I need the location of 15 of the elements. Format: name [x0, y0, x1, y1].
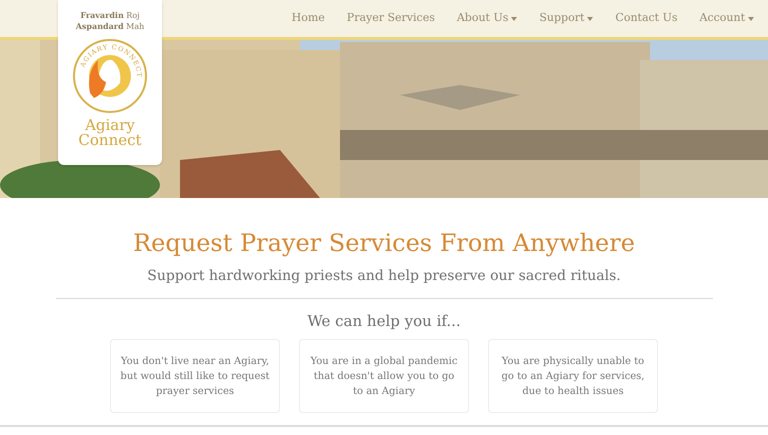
- date-line: Aspandard Mah: [76, 21, 144, 32]
- page-title: Request Prayer Services From Anywhere: [133, 228, 635, 258]
- logo-wordmark: Agiary Connect: [78, 118, 142, 148]
- nav-link[interactable]: Support: [539, 10, 594, 27]
- nav-link[interactable]: Home: [292, 10, 325, 27]
- reason-card: You are physically unable to go to an Agiary for services, due to health issues: [488, 339, 658, 413]
- nav-link[interactable]: Prayer Services: [346, 10, 435, 27]
- reason-card: You are in a global pandemic that doesn't allow you to go to an Agiary: [299, 339, 469, 413]
- nav-link[interactable]: About Us: [456, 10, 518, 27]
- nav-link[interactable]: Account: [700, 10, 754, 27]
- section-heading: We can help you if...: [307, 311, 461, 331]
- page-subtitle: Support hardworking priests and help preserve our sacred rituals.: [147, 267, 621, 286]
- reason-card: You don't live near an Agiary, but would still like to request prayer services: [110, 339, 280, 413]
- nav-link[interactable]: Contact Us: [615, 10, 678, 27]
- date-line: Fravardin Roj: [80, 10, 140, 21]
